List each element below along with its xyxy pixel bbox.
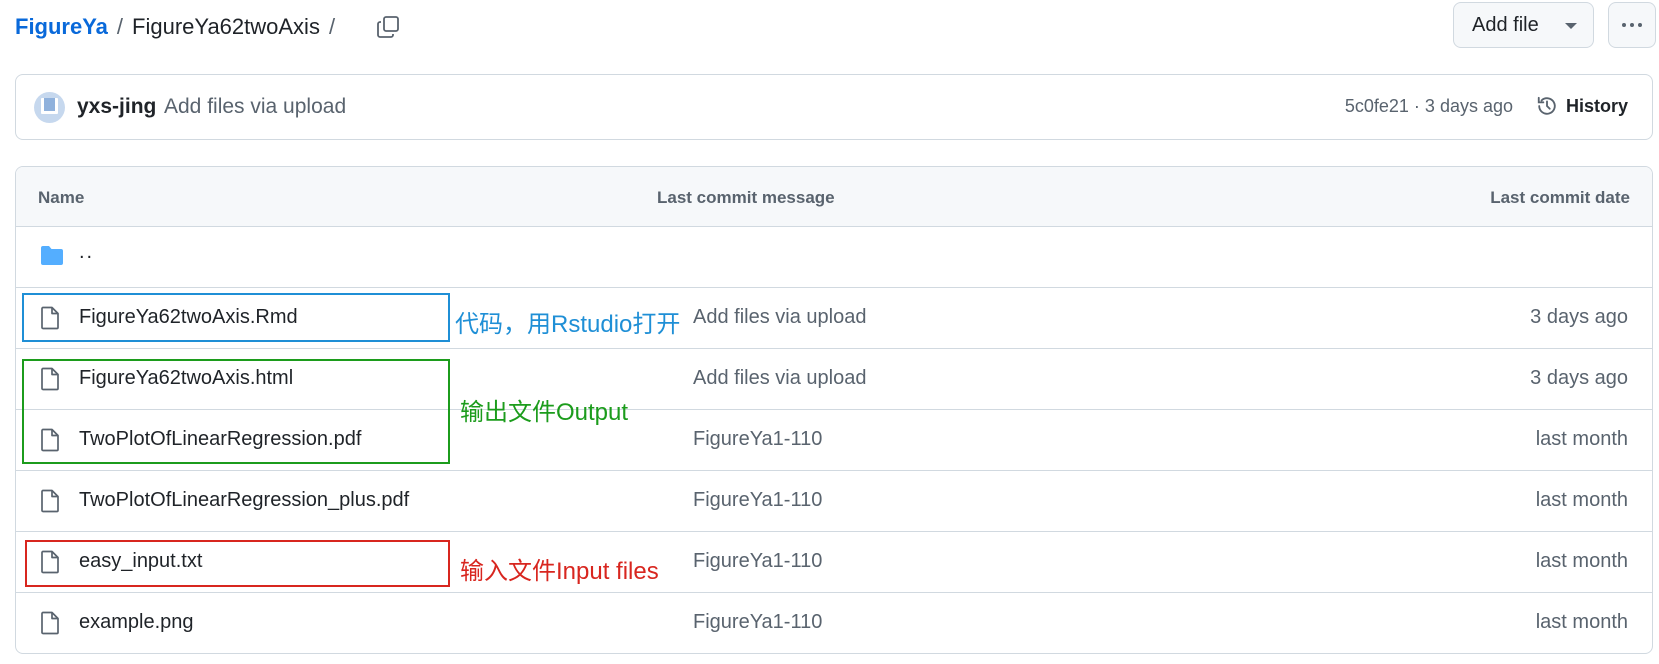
commit-date: last month <box>1535 428 1628 450</box>
copy-path-button[interactable] <box>374 13 402 41</box>
dot-icon <box>1630 23 1634 27</box>
code-annotation-text: 代码，用Rstudio打开 <box>455 311 681 338</box>
file-name-link[interactable]: easy_input.txt <box>79 550 202 573</box>
commit-hash-date[interactable]: 5c0fe21 · 3 days ago <box>1345 96 1513 117</box>
commit-date: 3 days ago <box>1530 367 1628 389</box>
dot-icon <box>1638 23 1642 27</box>
file-icon <box>41 306 59 330</box>
history-button[interactable]: History <box>1536 91 1628 121</box>
column-header-commit-message: Last commit message <box>657 188 835 207</box>
file-name-link[interactable]: TwoPlotOfLinearRegression.pdf <box>79 428 361 451</box>
column-header-commit-date: Last commit date <box>1490 188 1630 207</box>
commit-date: last month <box>1535 489 1628 511</box>
commit-message-link[interactable]: FigureYa1-110 <box>693 550 822 573</box>
breadcrumb-current-folder: FigureYa62twoAxis <box>132 14 320 39</box>
commit-date: 3 days ago <box>1530 306 1628 328</box>
commit-date: last month <box>1535 611 1628 633</box>
dot-icon <box>1622 23 1626 27</box>
history-label: History <box>1565 95 1628 116</box>
file-name-link[interactable]: FigureYa62twoAxis.Rmd <box>79 306 298 329</box>
parent-directory-row[interactable]: .. <box>16 227 1652 288</box>
more-options-button[interactable] <box>1608 2 1656 48</box>
avatar-shape <box>44 98 55 111</box>
breadcrumb: FigureYa / FigureYa62twoAxis / <box>15 12 344 42</box>
copy-icon <box>377 16 399 38</box>
table-row[interactable]: FigureYa62twoAxis.Rmd Add files via uplo… <box>16 288 1652 349</box>
file-icon <box>41 428 59 452</box>
table-row[interactable]: example.png FigureYa1-110 last month <box>16 593 1652 653</box>
commit-message-link[interactable]: FigureYa1-110 <box>693 611 822 634</box>
commit-message-link[interactable]: Add files via upload <box>164 95 346 119</box>
author-avatar[interactable] <box>34 92 65 123</box>
table-row[interactable]: FigureYa62twoAxis.html Add files via upl… <box>16 349 1652 410</box>
table-row[interactable]: easy_input.txt FigureYa1-110 last month <box>16 532 1652 593</box>
commit-message-link[interactable]: FigureYa1-110 <box>693 428 822 451</box>
latest-commit-bar: yxs-jing Add files via upload 5c0fe21 · … <box>15 74 1653 140</box>
file-name-link[interactable]: FigureYa62twoAxis.html <box>79 367 293 390</box>
history-icon <box>1537 96 1556 115</box>
add-file-label: Add file <box>1472 13 1539 36</box>
file-name-link[interactable]: TwoPlotOfLinearRegression_plus.pdf <box>79 489 409 512</box>
breadcrumb-trailing-separator: / <box>328 14 336 39</box>
file-icon <box>41 367 59 391</box>
output-annotation-text: 输出文件Output <box>460 399 629 426</box>
commit-message-link[interactable]: Add files via upload <box>693 306 866 329</box>
triangle-down-icon <box>1565 23 1577 29</box>
folder-icon <box>41 246 63 265</box>
table-row[interactable]: TwoPlotOfLinearRegression_plus.pdf Figur… <box>16 471 1652 532</box>
commit-date: last month <box>1535 550 1628 572</box>
table-header: Name Last commit message Last commit dat… <box>16 167 1652 227</box>
breadcrumb-separator: / <box>116 14 124 39</box>
parent-directory-link[interactable]: .. <box>79 241 94 264</box>
file-table: Name Last commit message Last commit dat… <box>15 166 1653 654</box>
breadcrumb-repo-link[interactable]: FigureYa <box>15 14 108 40</box>
column-header-name: Name <box>38 188 85 207</box>
commit-message-link[interactable]: FigureYa1-110 <box>693 489 822 512</box>
add-file-button[interactable]: Add file <box>1453 2 1594 48</box>
commit-message-link[interactable]: Add files via upload <box>693 367 866 390</box>
commit-author-link[interactable]: yxs-jing <box>77 95 156 119</box>
file-icon <box>41 489 59 513</box>
file-icon <box>41 550 59 574</box>
file-name-link[interactable]: example.png <box>79 611 194 634</box>
file-icon <box>41 611 59 635</box>
table-row[interactable]: TwoPlotOfLinearRegression.pdf FigureYa1-… <box>16 410 1652 471</box>
input-annotation-text: 输入文件Input files <box>460 558 659 585</box>
